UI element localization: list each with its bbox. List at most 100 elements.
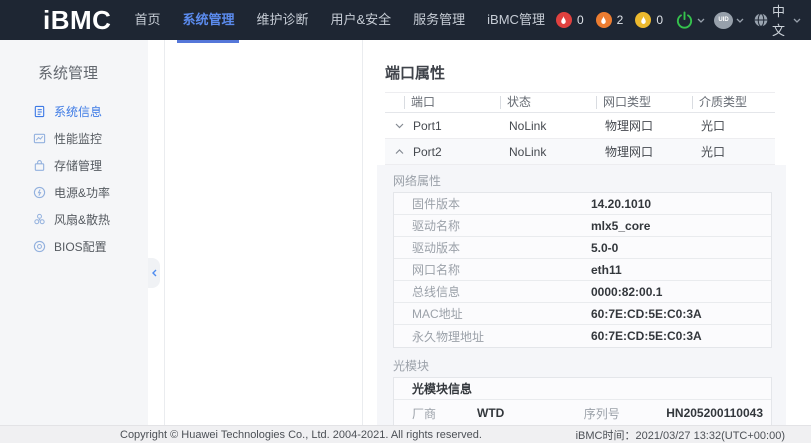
sidebar-item-bios-config[interactable]: BIOS配置 — [0, 233, 148, 260]
language-label: 中文 — [772, 1, 790, 39]
sidebar-item-label: 存储管理 — [54, 157, 102, 174]
serial-label: 序列号 — [584, 405, 666, 422]
vendor-label: 厂商 — [394, 405, 477, 422]
port-name: Port1 — [404, 119, 500, 133]
nav-maintenance-diagnosis[interactable]: 维护诊断 — [245, 0, 319, 40]
nav-ibmc-management[interactable]: iBMC管理 — [476, 0, 556, 40]
optical-module-info-header: 光模块信息 — [394, 378, 771, 400]
sidebar: 系统管理 系统信息 性能监控 存储管理 — [0, 40, 148, 425]
prop-label: 网口名称 — [394, 261, 591, 278]
prop-value: eth11 — [591, 263, 622, 277]
port-type: 物理网口 — [596, 143, 692, 160]
sidebar-item-label: 性能监控 — [54, 130, 102, 147]
sidebar-title: 系统管理 — [38, 62, 98, 83]
sidebar-item-performance-monitor[interactable]: 性能监控 — [0, 125, 148, 152]
chevron-down-icon — [736, 18, 744, 23]
ibmc-logo: iBMC — [43, 0, 111, 40]
sidebar-item-label: 系统信息 — [54, 103, 102, 120]
sidebar-item-label: BIOS配置 — [54, 238, 107, 255]
panel-divider — [164, 40, 165, 425]
table-row-port2[interactable]: Port2 NoLink 物理网口 光口 — [385, 139, 775, 165]
prop-value: 0000:82:00.1 — [591, 285, 662, 299]
alarm-major-count: 2 — [617, 13, 624, 27]
footer: Copyright © Huawei Technologies Co., Ltd… — [0, 425, 811, 443]
prop-label: MAC地址 — [394, 305, 591, 322]
table-row: 固件版本 14.20.1010 — [394, 193, 771, 215]
top-bar: iBMC 首页 系统管理 维护诊断 用户&安全 服务管理 iBMC管理 0 2 — [0, 0, 811, 40]
port-type: 物理网口 — [596, 117, 692, 134]
port-properties-section: 端口属性 端口 状态 网口类型 介质类型 Port1 NoLink 物理网口 光… — [362, 40, 788, 425]
optical-module-table: 光模块信息 厂商 WTD 序列号 HN205200110043 — [393, 377, 772, 425]
col-header-port: 端口 — [404, 96, 500, 109]
port-media: 光口 — [692, 143, 775, 160]
chevron-down-icon — [697, 18, 705, 23]
power-control-menu[interactable] — [675, 11, 705, 30]
sidebar-item-label: 电源&功率 — [54, 184, 110, 201]
col-header-media-type: 介质类型 — [692, 96, 775, 109]
alarm-critical[interactable]: 0 — [556, 12, 584, 28]
alarm-minor[interactable]: 0 — [635, 12, 663, 28]
prop-label: 驱动名称 — [394, 217, 591, 234]
table-row: MAC地址 60:7E:CD:5E:C0:3A — [394, 303, 771, 325]
table-row: 驱动版本 5.0-0 — [394, 237, 771, 259]
sidebar-item-label: 风扇&散热 — [54, 211, 110, 228]
language-menu[interactable]: 中文 — [753, 1, 801, 39]
port2-details-panel: 网络属性 固件版本 14.20.1010 驱动名称 mlx5_core 驱动版本… — [377, 165, 786, 425]
prop-value: mlx5_core — [591, 219, 650, 233]
fan-icon — [33, 213, 46, 226]
table-row: 永久物理地址 60:7E:CD:5E:C0:3A — [394, 325, 771, 347]
ports-table: 端口 状态 网口类型 介质类型 Port1 NoLink 物理网口 光口 Por… — [385, 92, 775, 165]
ibmc-time: iBMC时间：2021/03/27 13:32(UTC+00:00) — [576, 427, 785, 443]
prop-value: 14.20.1010 — [591, 197, 651, 211]
alarm-minor-count: 0 — [656, 13, 663, 27]
optical-module-title: 光模块 — [393, 360, 786, 372]
prop-value: 5.0-0 — [591, 241, 618, 255]
file-icon — [33, 105, 46, 118]
topbar-right: 0 2 0 — [556, 1, 811, 39]
ibmc-screen: iBMC 首页 系统管理 维护诊断 用户&安全 服务管理 iBMC管理 0 2 — [0, 0, 811, 443]
sidebar-item-storage-management[interactable]: 存储管理 — [0, 152, 148, 179]
port-media: 光口 — [692, 117, 775, 134]
storage-icon — [33, 159, 46, 172]
table-row-port1[interactable]: Port1 NoLink 物理网口 光口 — [385, 113, 775, 139]
alarm-critical-count: 0 — [577, 13, 584, 27]
bios-gear-icon — [33, 240, 46, 253]
sidebar-menu: 系统信息 性能监控 存储管理 电源&功率 — [0, 98, 148, 260]
uid-indicator-icon: UID — [714, 12, 733, 29]
uid-indicator-menu[interactable]: UID — [714, 12, 744, 29]
chevron-down-icon — [793, 18, 801, 23]
prop-label: 固件版本 — [394, 195, 591, 212]
col-header-port-type: 网口类型 — [596, 96, 692, 109]
chevron-down-icon[interactable] — [385, 123, 404, 129]
flame-icon — [635, 12, 651, 28]
copyright-text: Copyright © Huawei Technologies Co., Ltd… — [120, 429, 482, 441]
alarm-major[interactable]: 2 — [596, 12, 624, 28]
nav-home[interactable]: 首页 — [123, 0, 171, 40]
page-title: 端口属性 — [385, 62, 788, 83]
port-name: Port2 — [404, 145, 500, 159]
sidebar-item-power[interactable]: 电源&功率 — [0, 179, 148, 206]
sidebar-item-fans-cooling[interactable]: 风扇&散热 — [0, 206, 148, 233]
prop-value: 60:7E:CD:5E:C0:3A — [591, 307, 702, 321]
power-meter-icon — [33, 186, 46, 199]
port-state: NoLink — [500, 145, 596, 159]
nav-system-management[interactable]: 系统管理 — [171, 0, 245, 40]
nav-service-management[interactable]: 服务管理 — [402, 0, 476, 40]
port-state: NoLink — [500, 119, 596, 133]
nav-user-security[interactable]: 用户&安全 — [319, 0, 402, 40]
network-props-table: 固件版本 14.20.1010 驱动名称 mlx5_core 驱动版本 5.0-… — [393, 192, 772, 348]
prop-label: 总线信息 — [394, 283, 591, 300]
power-icon — [675, 11, 694, 30]
globe-icon — [753, 12, 769, 28]
vendor-value: WTD — [477, 406, 584, 420]
chart-icon — [33, 132, 46, 145]
table-row: 驱动名称 mlx5_core — [394, 215, 771, 237]
prop-label: 永久物理地址 — [394, 328, 591, 345]
sidebar-collapse-toggle[interactable] — [148, 258, 160, 288]
table-row: 网口名称 eth11 — [394, 259, 771, 281]
sidebar-item-system-info[interactable]: 系统信息 — [0, 98, 148, 125]
chevron-up-icon[interactable] — [385, 149, 404, 155]
table-row: 总线信息 0000:82:00.1 — [394, 281, 771, 303]
serial-value: HN205200110043 — [666, 406, 771, 420]
prop-label: 驱动版本 — [394, 239, 591, 256]
